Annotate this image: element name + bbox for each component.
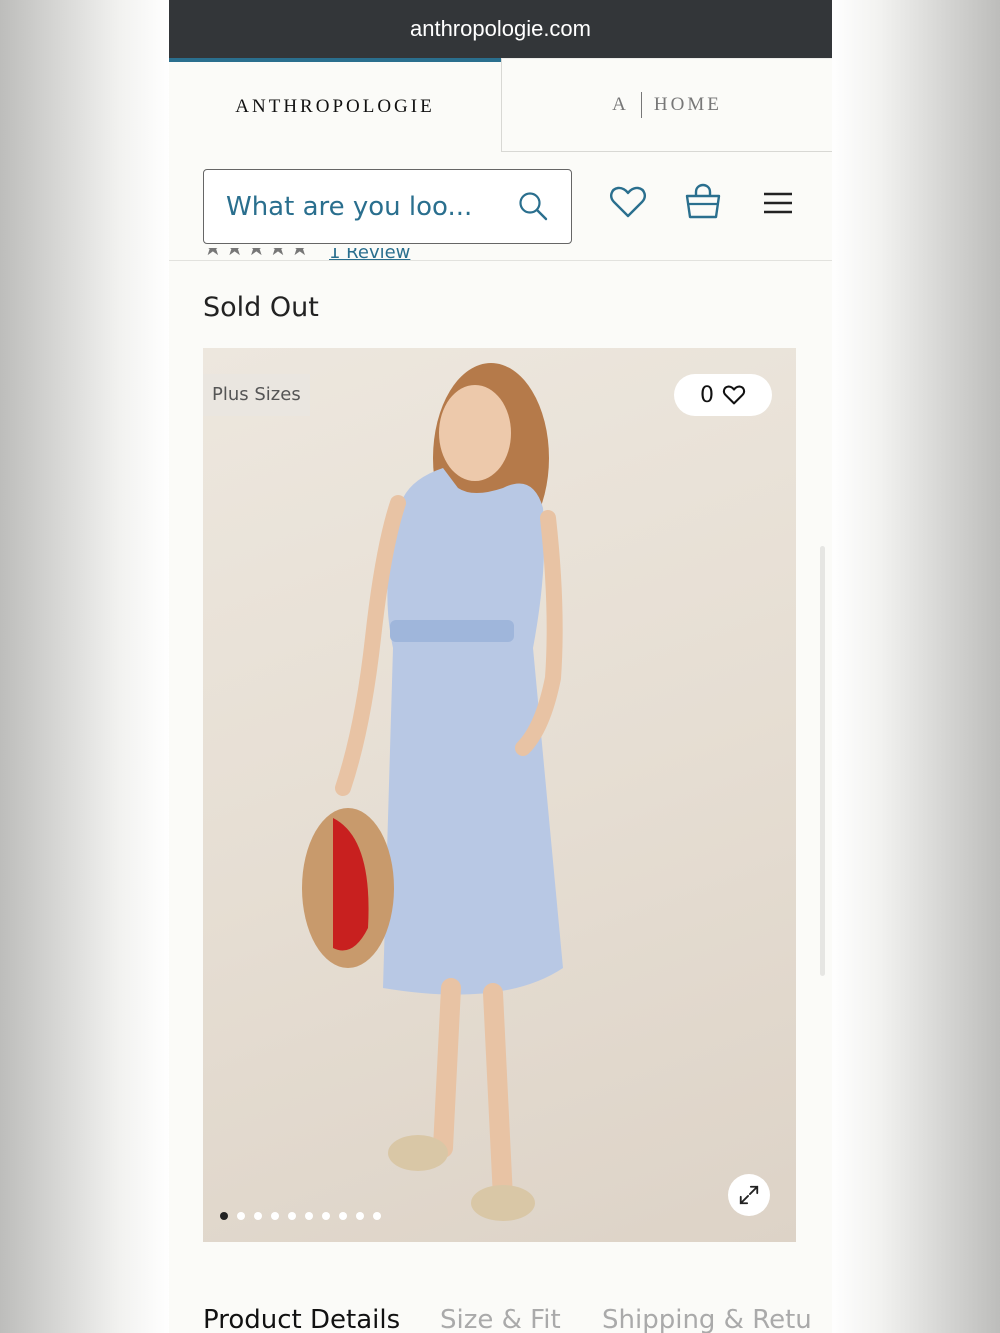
- model-photo: [302, 363, 563, 1221]
- expand-image-button[interactable]: [728, 1174, 770, 1216]
- product-image[interactable]: Plus Sizes 0: [203, 348, 796, 1242]
- carousel-indicator[interactable]: [220, 1212, 381, 1220]
- tab-shipping-returns[interactable]: Shipping & Retu: [602, 1305, 812, 1333]
- rating-row: ★★★★★ 1 Review: [203, 248, 503, 264]
- rating-stars: ★★★★★: [203, 248, 312, 261]
- like-count: 0: [700, 382, 714, 408]
- carousel-dot[interactable]: [237, 1212, 245, 1220]
- shopping-bag-icon[interactable]: [683, 182, 723, 222]
- carousel-dot[interactable]: [373, 1212, 381, 1220]
- reviews-link[interactable]: 1 Review: [329, 248, 410, 263]
- search-input[interactable]: [224, 184, 498, 230]
- expand-icon: [739, 1185, 759, 1205]
- scrollbar[interactable]: [820, 546, 825, 976]
- heart-outline-icon: [722, 385, 746, 405]
- search-icon[interactable]: [517, 190, 549, 222]
- phone-screen: anthropologie.com ANTHROPOLOGIE A HOME W…: [169, 0, 832, 1333]
- brand-logo-text: ANTHROPOLOGIE: [235, 96, 435, 117]
- logo-divider: [640, 92, 642, 118]
- tab-anthropologie[interactable]: ANTHROPOLOGIE: [169, 58, 501, 152]
- url-text: anthropologie.com: [409, 16, 591, 41]
- header-bar: [169, 152, 832, 261]
- carousel-dot[interactable]: [288, 1212, 296, 1220]
- carousel-dot[interactable]: [322, 1212, 330, 1220]
- carousel-dot[interactable]: [220, 1212, 228, 1220]
- carousel-dot[interactable]: [339, 1212, 347, 1220]
- carousel-dot[interactable]: [271, 1212, 279, 1220]
- availability-status: Sold Out: [203, 292, 319, 323]
- like-button[interactable]: 0: [674, 374, 772, 416]
- plus-sizes-badge: Plus Sizes: [203, 374, 310, 416]
- search-box[interactable]: [203, 169, 572, 244]
- menu-icon[interactable]: [758, 182, 798, 222]
- heart-icon[interactable]: [608, 182, 648, 222]
- tab-a-home[interactable]: A HOME: [501, 58, 832, 152]
- site-switcher: ANTHROPOLOGIE A HOME: [169, 58, 832, 152]
- carousel-dot[interactable]: [305, 1212, 313, 1220]
- carousel-dot[interactable]: [254, 1212, 262, 1220]
- tab-product-details[interactable]: Product Details: [203, 1305, 400, 1333]
- browser-url-bar[interactable]: anthropologie.com: [169, 0, 832, 58]
- home-logo-a: A: [612, 94, 629, 115]
- carousel-dot[interactable]: [356, 1212, 364, 1220]
- home-logo-text: HOME: [653, 94, 722, 115]
- tab-size-fit[interactable]: Size & Fit: [440, 1305, 561, 1333]
